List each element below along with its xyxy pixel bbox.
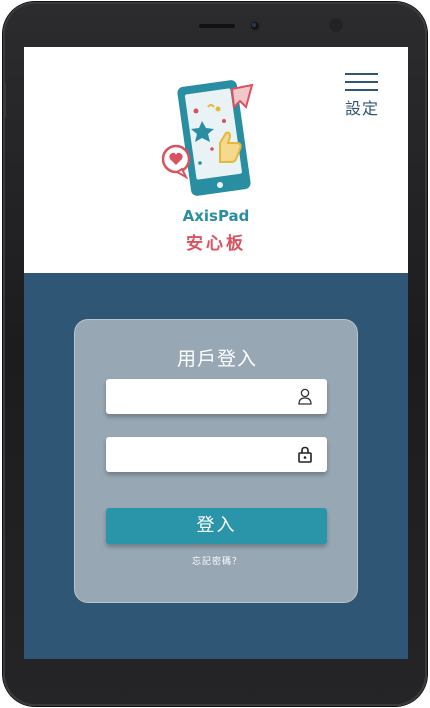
settings-menu-button[interactable]: 設定 <box>340 71 384 119</box>
hamburger-icon <box>345 73 378 91</box>
app-header: AxisPad 安心板 設定 <box>24 47 408 273</box>
settings-label: 設定 <box>344 99 379 118</box>
login-card: 用戶登入 登入 忘記密碼？ <box>74 319 358 603</box>
app-screen: AxisPad 安心板 設定 用戶登入 登入 忘記密碼？ <box>24 47 408 659</box>
forgot-password-link[interactable]: 忘記密碼？ <box>75 554 359 567</box>
user-icon <box>298 388 312 405</box>
front-camera <box>249 20 261 32</box>
light-sensor <box>329 18 343 32</box>
login-button[interactable]: 登入 <box>106 508 327 544</box>
login-title: 用戶登入 <box>176 348 257 370</box>
username-input[interactable] <box>106 379 286 414</box>
speaker-grille <box>199 24 235 28</box>
password-input[interactable] <box>106 437 286 472</box>
brand-name: AxisPad <box>182 207 250 225</box>
username-field[interactable] <box>106 379 327 414</box>
brand-subtitle: 安心板 <box>186 234 246 254</box>
axispad-logo-icon <box>162 80 254 196</box>
side-button <box>3 82 6 118</box>
password-field[interactable] <box>106 437 327 472</box>
lock-icon <box>298 446 312 463</box>
